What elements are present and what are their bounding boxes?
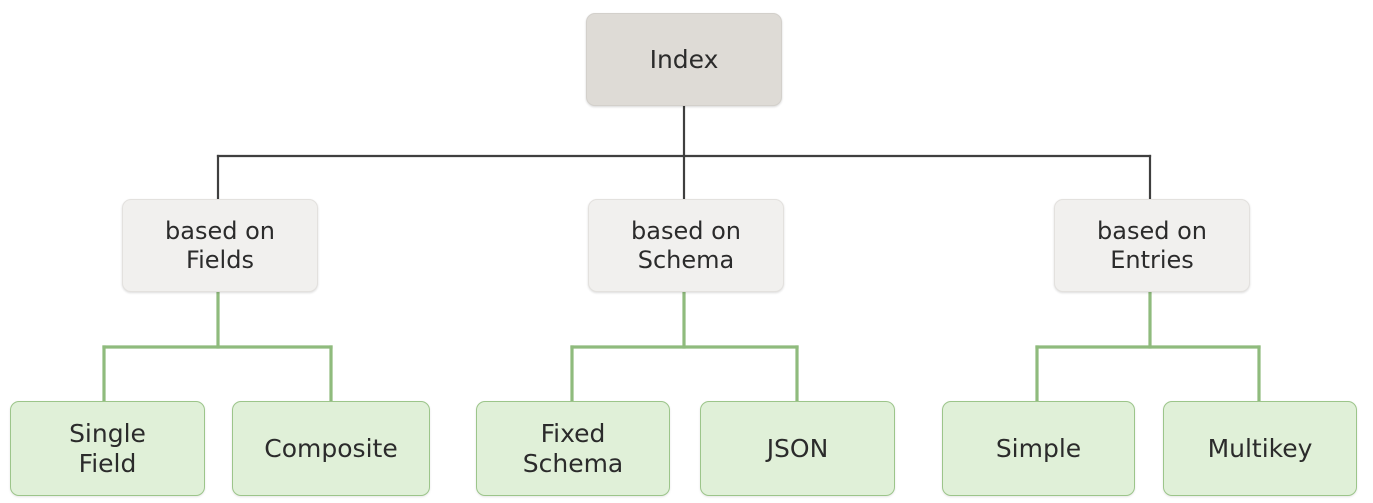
- node-fixed-schema[interactable]: Fixed Schema: [476, 401, 670, 496]
- node-single-field-label: Single Field: [69, 419, 146, 478]
- node-based-on-schema-label: based on Schema: [631, 217, 741, 274]
- edge-group-schema: [570, 290, 799, 403]
- node-composite-label: Composite: [264, 433, 398, 463]
- node-index-label: Index: [649, 44, 719, 74]
- node-fixed-schema-label: Fixed Schema: [522, 419, 624, 478]
- node-simple[interactable]: Simple: [942, 401, 1135, 496]
- edge-group-fields: [102, 290, 333, 403]
- node-based-on-entries[interactable]: based on Entries: [1054, 199, 1250, 292]
- node-single-field[interactable]: Single Field: [10, 401, 205, 496]
- node-simple-label: Simple: [995, 433, 1082, 463]
- node-based-on-fields[interactable]: based on Fields: [122, 199, 318, 292]
- edge-group-entries: [1035, 290, 1261, 403]
- node-based-on-entries-label: based on Entries: [1097, 217, 1207, 274]
- diagram-canvas: Index based on Fields based on Schema ba…: [0, 0, 1373, 503]
- node-multikey-label: Multikey: [1207, 433, 1313, 463]
- node-based-on-schema[interactable]: based on Schema: [588, 199, 784, 292]
- node-multikey[interactable]: Multikey: [1163, 401, 1357, 496]
- node-json[interactable]: JSON: [700, 401, 895, 496]
- node-json-label: JSON: [766, 433, 829, 463]
- node-composite[interactable]: Composite: [232, 401, 430, 496]
- node-based-on-fields-label: based on Fields: [165, 217, 275, 274]
- edge-group-root: [216, 104, 1152, 201]
- node-index[interactable]: Index: [586, 13, 782, 106]
